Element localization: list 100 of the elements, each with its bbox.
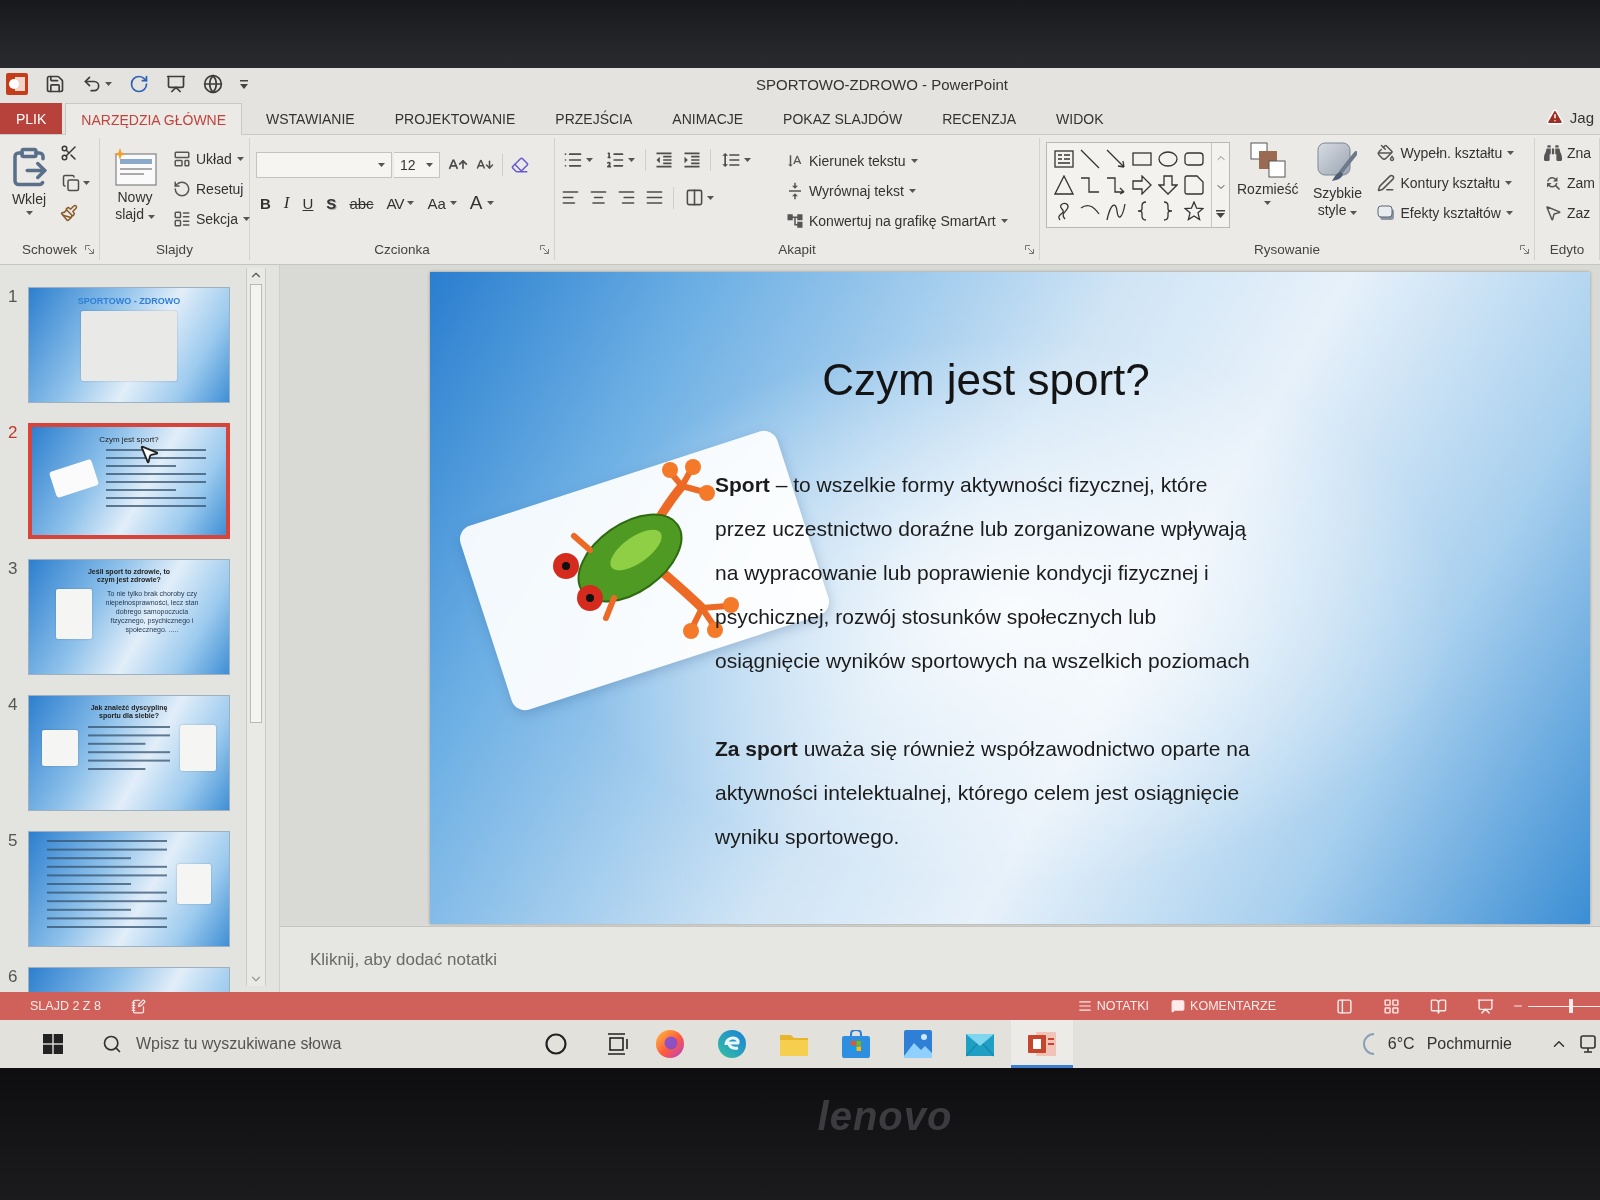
more-icon[interactable] bbox=[1216, 210, 1225, 219]
bold-button[interactable]: B bbox=[256, 190, 275, 216]
dialog-launcher-icon[interactable] bbox=[1025, 244, 1034, 254]
dialog-launcher-icon[interactable] bbox=[1520, 244, 1529, 254]
undo-button[interactable] bbox=[82, 74, 112, 94]
ribbon-tab[interactable]: NARZĘDZIA GŁÓWNE bbox=[65, 103, 243, 135]
rectangle-shape-icon[interactable] bbox=[1132, 149, 1152, 169]
paste-button[interactable]: Wklej bbox=[6, 144, 52, 217]
task-view-icon[interactable] bbox=[607, 1033, 629, 1055]
zoom-slider-thumb[interactable] bbox=[1569, 999, 1574, 1013]
search-icon[interactable] bbox=[102, 1034, 122, 1054]
ribbon-command[interactable]: Układ bbox=[170, 146, 247, 172]
copy-button[interactable] bbox=[60, 172, 92, 194]
arrow-line-shape-icon[interactable] bbox=[1106, 149, 1126, 169]
circle-icon[interactable] bbox=[545, 1033, 567, 1055]
strikethrough-button[interactable]: abc bbox=[345, 190, 378, 216]
align-right-icon[interactable] bbox=[617, 188, 636, 207]
account-button[interactable]: Jag bbox=[1545, 108, 1600, 126]
file-tab[interactable]: PLIK bbox=[0, 103, 63, 134]
save-icon[interactable] bbox=[45, 74, 65, 94]
ribbon-command[interactable]: Wyrównaj tekst bbox=[783, 178, 919, 204]
shape-effects-icon bbox=[1377, 205, 1396, 221]
weather-icon bbox=[1361, 1033, 1376, 1055]
search-field[interactable]: Wpisz tu wyszukiwane słowa bbox=[136, 1030, 396, 1058]
taskbar-app[interactable] bbox=[1011, 1020, 1073, 1068]
diagram-icon bbox=[786, 212, 804, 230]
ribbon-command[interactable]: Resetuj bbox=[170, 176, 247, 202]
right-arrow-shape-icon[interactable] bbox=[1132, 175, 1152, 195]
redo-icon[interactable] bbox=[129, 74, 149, 94]
change-case-button[interactable]: Aa bbox=[423, 190, 461, 216]
line-shape-icon[interactable] bbox=[1080, 149, 1100, 169]
character-spacing-button[interactable]: AV bbox=[382, 190, 419, 216]
start-menu-icon[interactable] bbox=[43, 1034, 63, 1054]
text-shadow-button[interactable]: S bbox=[322, 190, 341, 216]
triangle-shape-icon[interactable] bbox=[1054, 175, 1074, 195]
app-logo-icon[interactable] bbox=[6, 73, 28, 95]
ribbon-tab[interactable]: WSTAWIANIE bbox=[250, 103, 371, 134]
window-panel-icon[interactable] bbox=[1336, 997, 1353, 1015]
curve-shape-icon[interactable] bbox=[1106, 201, 1126, 221]
caret-icon bbox=[744, 158, 751, 162]
grid-icon[interactable] bbox=[1383, 997, 1400, 1015]
underline-button[interactable]: U bbox=[298, 190, 318, 216]
ribbon-tab[interactable]: RECENZJA bbox=[926, 103, 1033, 134]
elbow-connector-shape-icon[interactable] bbox=[1080, 175, 1100, 195]
notebook-icon[interactable] bbox=[130, 998, 146, 1014]
dialog-launcher-icon[interactable] bbox=[85, 244, 94, 254]
slide-thumbnail[interactable] bbox=[28, 831, 230, 947]
ribbon-command[interactable]: Zam bbox=[1541, 170, 1598, 196]
snip-corner-shape-icon[interactable] bbox=[1184, 175, 1204, 195]
down-arrow-shape-icon[interactable] bbox=[1158, 175, 1178, 195]
dialog-launcher-icon[interactable] bbox=[540, 244, 549, 254]
justify-icon[interactable] bbox=[645, 188, 664, 207]
font-color-button[interactable]: A bbox=[465, 190, 498, 216]
increase-indent-icon[interactable] bbox=[682, 150, 702, 170]
elbow-arrow-shape-icon[interactable] bbox=[1106, 175, 1126, 195]
book-icon[interactable] bbox=[1430, 997, 1447, 1015]
presentation-screen-icon[interactable] bbox=[1477, 997, 1494, 1015]
ribbon-command[interactable]: Sekcja bbox=[170, 206, 254, 232]
italic-button[interactable]: I bbox=[279, 190, 294, 216]
decrease-indent-icon[interactable] bbox=[654, 150, 674, 170]
line-spacing-icon bbox=[721, 150, 741, 170]
ribbon-command[interactable]: Zaz bbox=[1541, 200, 1594, 226]
textbox-shape-icon[interactable] bbox=[1054, 149, 1074, 169]
arrange-button[interactable]: Rozmieść bbox=[1235, 140, 1301, 207]
monitor-icon[interactable] bbox=[1580, 1035, 1596, 1053]
ribbon-command[interactable]: Wypełn. kształtu bbox=[1374, 140, 1518, 166]
ribbon-tab[interactable]: PRZEJŚCIA bbox=[539, 103, 649, 134]
ribbon-tab[interactable]: POKAZ SLAJDÓW bbox=[767, 103, 919, 134]
ribbon-command[interactable]: Kontury kształtu bbox=[1374, 170, 1516, 196]
paintbrush-icon[interactable] bbox=[60, 204, 78, 222]
slide-paragraph: Za sport uważa się również współzawodnictwo oparte na aktywności intelektualnej, którego celem jest osiągnięcie wyniku sportowego. bbox=[715, 736, 1250, 850]
bulleted-list-icon bbox=[563, 150, 583, 170]
align-center-icon[interactable] bbox=[589, 188, 608, 207]
window-title: SPORTOWO-ZDROWO - PowerPoint bbox=[756, 75, 1008, 93]
new-slide-button[interactable]: Nowy slajd bbox=[106, 146, 164, 225]
slide-thumbnail[interactable]: Czym jest sport? bbox=[28, 423, 230, 539]
ribbon-command[interactable]: Zna bbox=[1541, 140, 1595, 166]
scrollbar-thumb[interactable] bbox=[250, 284, 262, 724]
slide-paragraph: Sport – to wszelkie formy aktywności fizycznej, które przez uczestnictwo doraźne lub zorganizowane wpływają na wypracowanie lub poprawienie kondycji fizycznej i psychicznej, rozwój stosunków społecznych lub osiągnięcie wyników sportowych na wszelkich poziomach bbox=[715, 472, 1250, 674]
eraser-icon[interactable] bbox=[511, 156, 529, 174]
quick-styles-button[interactable]: Szybkie style bbox=[1305, 140, 1370, 221]
ribbon-tab[interactable]: WIDOK bbox=[1040, 103, 1120, 134]
presentation-icon[interactable] bbox=[166, 74, 186, 94]
ribbon-command[interactable]: Efekty kształtów bbox=[1374, 200, 1516, 226]
align-left-icon[interactable] bbox=[561, 188, 580, 207]
comment-icon bbox=[1171, 999, 1186, 1013]
font-name-field[interactable] bbox=[256, 152, 392, 178]
ribbon-command[interactable]: Kierunek tekstu bbox=[783, 148, 921, 174]
font-size-field[interactable]: 12 bbox=[394, 152, 440, 178]
ribbon-tab[interactable]: PROJEKTOWANIE bbox=[378, 103, 532, 134]
customize-dropdown-icon[interactable] bbox=[240, 79, 248, 89]
star-shape-icon[interactable] bbox=[1184, 201, 1204, 221]
ribbon-tab[interactable]: ANIMACJE bbox=[656, 103, 760, 134]
scrollbar[interactable] bbox=[246, 268, 266, 986]
rounded-rectangle-shape-icon[interactable] bbox=[1184, 149, 1204, 169]
oval-shape-icon[interactable] bbox=[1158, 149, 1178, 169]
ribbon-command[interactable]: Konwertuj na grafikę SmartArt bbox=[783, 208, 1011, 234]
scissors-icon[interactable] bbox=[60, 144, 78, 162]
globe-icon[interactable] bbox=[203, 74, 223, 94]
group-label: Edyto bbox=[1549, 241, 1585, 257]
